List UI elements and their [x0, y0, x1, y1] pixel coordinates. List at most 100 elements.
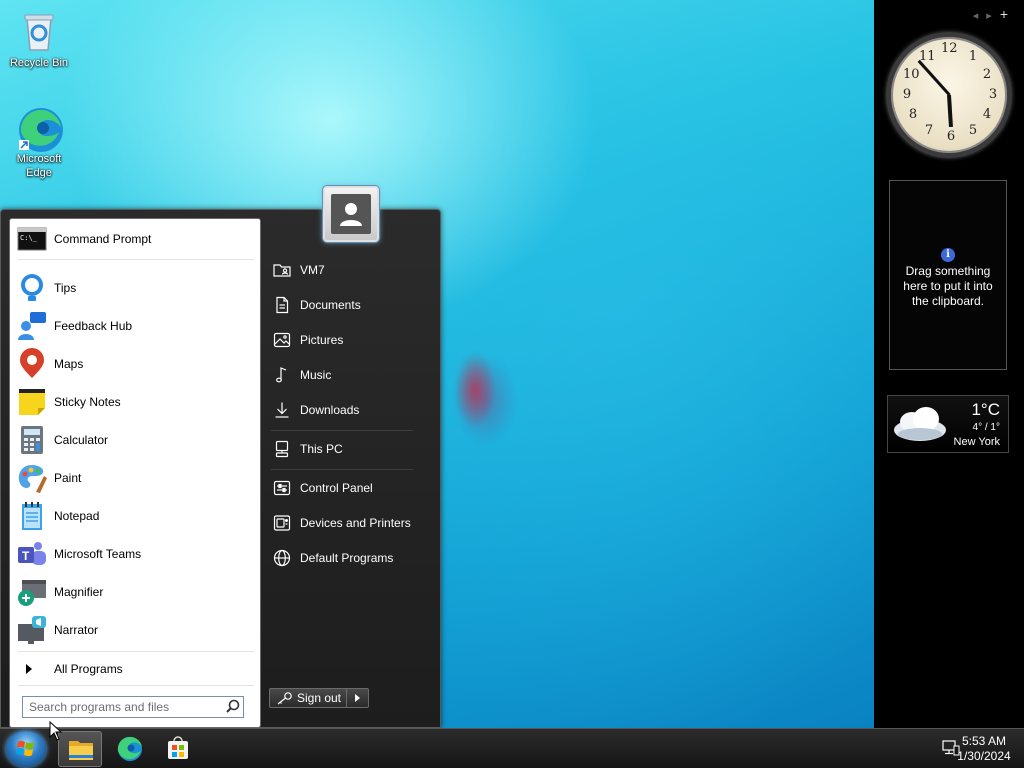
desktop-icon-recycle-bin[interactable]: Recycle Bin: [3, 10, 75, 70]
program-command-prompt[interactable]: C:\_ Command Prompt: [14, 221, 258, 257]
weather-city: New York: [953, 436, 1000, 448]
programs-pane: C:\_ Command Prompt Tips Feedback Hub Ma…: [9, 218, 261, 728]
add-gadget-icon[interactable]: +: [1000, 6, 1016, 22]
clock-number: 4: [982, 107, 992, 122]
right-item-label: Devices and Printers: [300, 516, 411, 530]
search-box[interactable]: [22, 696, 244, 718]
magnifier-icon: [16, 576, 48, 608]
right-item-label: VM7: [300, 263, 325, 277]
program-label: Tips: [54, 281, 77, 295]
right-item-user-folder[interactable]: VM7: [267, 256, 415, 284]
recycle-bin-icon: [17, 10, 61, 54]
clock-gadget[interactable]: 12 1 2 3 4 5 6 7 8 9 10 11: [886, 32, 1012, 158]
sticky-notes-icon: [16, 386, 48, 418]
cloud-icon: [894, 407, 946, 441]
program-maps[interactable]: Maps: [14, 346, 258, 382]
program-magnifier[interactable]: Magnifier: [14, 574, 258, 610]
right-item-this-pc[interactable]: This PC: [267, 435, 415, 463]
program-paint[interactable]: Paint: [14, 460, 258, 496]
clock-number: 9: [902, 87, 912, 102]
tips-icon: [16, 272, 48, 304]
clock-minute-hand: [917, 59, 951, 97]
right-item-pictures[interactable]: Pictures: [267, 326, 415, 354]
desktop-icon-edge[interactable]: Microsoft Edge: [3, 106, 75, 180]
taskbar-edge[interactable]: [108, 731, 152, 767]
next-icon[interactable]: ▸: [986, 10, 1000, 22]
clipboard-gadget[interactable]: i Drag something here to put it into the…: [889, 180, 1007, 370]
program-narrator[interactable]: Narrator: [14, 612, 258, 648]
separator: [271, 469, 413, 470]
program-label: Notepad: [54, 509, 100, 523]
program-label: Paint: [54, 471, 82, 485]
clock-number: 8: [908, 107, 918, 122]
command-prompt-icon: C:\_: [16, 223, 48, 255]
right-item-control-panel[interactable]: Control Panel: [267, 474, 415, 502]
separator: [18, 651, 254, 652]
weather-temperature: 1°C: [971, 400, 1000, 419]
sign-out-group: Sign out: [269, 688, 369, 708]
clock-number: 7: [924, 123, 934, 138]
program-tips[interactable]: Tips: [14, 270, 258, 306]
desktop-icon-label: Microsoft Edge: [16, 153, 62, 179]
search-input[interactable]: [23, 698, 223, 716]
clock-hour-hand: [947, 94, 953, 128]
sign-out-options-arrow[interactable]: [347, 688, 369, 708]
all-programs-button[interactable]: All Programs: [14, 657, 258, 681]
right-item-label: Pictures: [300, 333, 344, 347]
all-programs-label: All Programs: [54, 662, 123, 676]
notepad-icon: [16, 500, 48, 532]
clock-tray[interactable]: 5:53 AM 1/30/2024: [954, 734, 1014, 764]
separator: [18, 259, 254, 260]
start-button[interactable]: [6, 731, 46, 767]
right-item-documents[interactable]: Documents: [267, 291, 415, 319]
right-item-label: Control Panel: [300, 481, 373, 495]
right-item-label: This PC: [300, 442, 343, 456]
program-notepad[interactable]: Notepad: [14, 498, 258, 534]
separator: [18, 685, 254, 686]
program-label: Calculator: [54, 433, 109, 447]
taskbar-store[interactable]: [156, 731, 200, 767]
clock-number: 6: [946, 129, 956, 144]
feedback-hub-icon: [16, 310, 48, 342]
taskbar-file-explorer[interactable]: [58, 731, 102, 767]
clock-number: 5: [968, 123, 978, 138]
clock-number: 3: [988, 87, 998, 102]
devices-printers-icon: [273, 514, 291, 532]
user-avatar[interactable]: [323, 186, 379, 242]
store-icon: [168, 736, 188, 759]
sign-out-button[interactable]: Sign out: [269, 688, 347, 708]
right-item-label: Documents: [300, 298, 361, 312]
right-item-label: Music: [300, 368, 332, 382]
program-calculator[interactable]: Calculator: [14, 422, 258, 458]
right-item-label: Downloads: [300, 403, 360, 417]
program-feedback-hub[interactable]: Feedback Hub: [14, 308, 258, 344]
svg-text:C:\_: C:\_: [20, 234, 38, 242]
clipboard-message: Drag something here to put it into the c…: [903, 264, 993, 308]
tray-time: 5:53 AM: [961, 734, 1007, 748]
separator: [271, 430, 413, 431]
search-icon[interactable]: [223, 698, 243, 716]
right-item-label: Default Programs: [300, 551, 394, 565]
pictures-icon: [273, 331, 291, 349]
key-icon: [277, 692, 292, 705]
right-item-music[interactable]: Music: [267, 361, 415, 389]
start-menu: C:\_ Command Prompt Tips Feedback Hub Ma…: [0, 186, 441, 728]
sign-out-label: Sign out: [296, 691, 342, 705]
right-item-downloads[interactable]: Downloads: [267, 396, 415, 424]
program-sticky-notes[interactable]: Sticky Notes: [14, 384, 258, 420]
program-label: Sticky Notes: [54, 395, 121, 409]
user-frame: [331, 194, 371, 234]
right-item-default-programs[interactable]: Default Programs: [267, 544, 415, 572]
clock-number: 2: [982, 67, 992, 82]
weather-gadget[interactable]: 1°C 4° / 1° New York: [887, 395, 1009, 453]
program-label: Command Prompt: [54, 232, 152, 246]
clock-number: 1: [968, 49, 978, 64]
user-folder-icon: [273, 261, 291, 279]
teams-icon: T: [16, 538, 48, 570]
program-label: Narrator: [54, 623, 99, 637]
desktop-icon-label: Recycle Bin: [9, 57, 69, 69]
user-icon: [340, 203, 362, 226]
program-microsoft-teams[interactable]: T Microsoft Teams: [14, 536, 258, 572]
right-item-devices-and-printers[interactable]: Devices and Printers: [267, 509, 415, 537]
previous-icon[interactable]: ◂: [973, 10, 987, 22]
